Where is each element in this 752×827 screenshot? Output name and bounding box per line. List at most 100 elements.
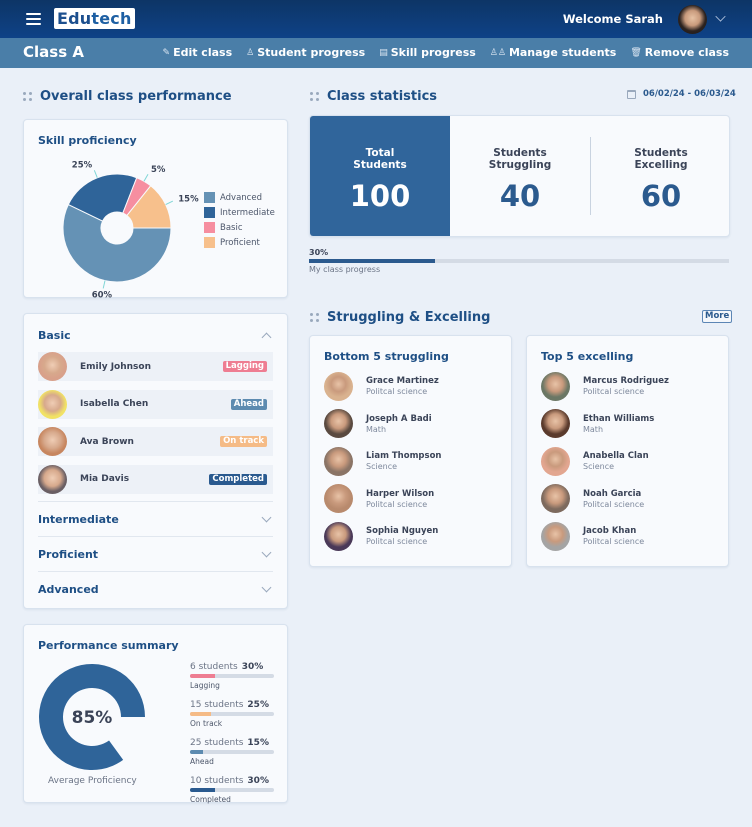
person-row[interactable]: Sophia Nguyen Politcal science [324,521,511,551]
performance-item-on-track: 15 students 25% On track [190,700,274,728]
percent-value: 30% [241,662,264,672]
accordion-title: Advanced [38,582,99,596]
action-edit-class[interactable]: ✎ Edit class [163,46,233,59]
person-name: Jacob Khan [583,526,637,536]
action-skill-progress[interactable]: ▤ Skill progress [379,46,476,59]
status-badge: Completed [209,473,267,485]
section-title: Struggling & Excelling [327,310,491,325]
performance-item-header: 10 students 30% [190,776,274,786]
student-row[interactable]: Mia Davis Completed [38,464,273,494]
users-icon: ♙♙ [489,47,506,58]
student-row[interactable]: Emily Johnson Lagging [38,352,273,381]
pie-data-label: 60% [92,290,113,300]
top-excelling-card: Top 5 excelling Marcus Rodriguez Politcal… [526,335,729,567]
accordion-advanced-header[interactable]: Advanced [38,572,273,606]
student-row[interactable]: Ava Brown On track [38,427,273,456]
progress-fill [190,712,211,716]
pie-label-leader [143,174,149,182]
action-label: Manage students [508,46,617,59]
card-title: Top 5 excelling [541,350,634,363]
legend-label: Proficient [220,237,260,248]
status-label: Ahead [190,757,214,766]
stat-value: 60 [640,179,682,213]
person-avatar [324,446,353,476]
pie-data-label: 15% [178,194,199,204]
performance-item-completed: 10 students 30% Completed [190,776,274,804]
percent-value: 25% [247,700,269,710]
accordion-proficient-header[interactable]: Proficient [38,537,273,571]
person-info: Sophia Nguyen Politcal science [366,526,438,546]
percent-value: 30% [247,776,269,786]
more-button[interactable]: More [702,310,733,323]
chevron-down-icon[interactable] [715,11,726,22]
struggling-excelling-heading: Struggling & Excelling [310,310,490,325]
drag-handle-icon[interactable] [23,92,32,101]
person-row[interactable]: Noah Garcia Politcal science [541,484,728,513]
action-remove-class[interactable]: 🗑 Remove class [630,46,729,59]
profile-avatar[interactable] [678,5,707,34]
document-icon: ▤ [379,47,388,58]
person-row[interactable]: Anabella Clan Science [541,446,728,476]
status-label: Lagging [190,681,220,690]
person-subject: Politcal science [366,387,428,396]
excelling-list: Marcus Rodriguez Politcal science Ethan Wi… [541,371,728,551]
overall-performance-heading: Overall class performance [23,89,232,104]
person-row[interactable]: Joseph A Badi Math [324,409,511,438]
section-title: Overall class performance [40,89,232,104]
chevron-down-icon[interactable] [261,582,272,592]
stat-value: 40 [499,179,541,213]
legend-swatch [204,207,215,218]
accordion-basic-header[interactable]: Basic [38,318,273,352]
accordion-intermediate-header[interactable]: Intermediate [38,502,273,536]
card-title: Performance summary [38,639,179,652]
person-avatar [324,371,353,401]
class-actions: ✎ Edit class ♙ Student progress ▤ Skill progr… [163,46,729,59]
basic-student-list: Emily Johnson Lagging Isabella Chen Ahead Av… [38,352,273,494]
student-row[interactable]: Isabella Chen Ahead [38,389,273,419]
trash-icon: 🗑 [630,47,642,58]
skill-proficiency-card: Skill proficiency 60% 25% 5% 15% Advanced In… [23,119,288,300]
student-avatar [38,389,67,419]
stat-value: 100 [349,179,411,213]
hamburger-menu-icon[interactable] [26,13,41,25]
action-label: Student progress [257,46,366,59]
person-row[interactable]: Harper Wilson Politcal science [324,484,511,513]
chart-legend: Advanced Intermediate Basic Proficient [204,192,275,252]
chevron-up-icon[interactable] [261,332,272,342]
legend-label: Basic [220,222,243,233]
pie-label-leader [93,170,98,178]
person-name: Anabella Clan [583,451,649,461]
welcome-text: Welcome Sarah [562,12,663,26]
chevron-down-icon[interactable] [261,512,272,522]
person-row[interactable]: Ethan Williams Math [541,409,728,438]
student-name: Mia Davis [80,474,130,484]
class-progress-caption: My class progress [309,265,381,274]
student-count: 15 students [190,700,244,710]
logo[interactable]: Edutech [54,8,135,29]
status-badge: On track [220,436,267,447]
person-row[interactable]: Marcus Rodriguez Politcal science [541,371,728,401]
person-name: Marcus Rodriguez [583,376,669,386]
person-row[interactable]: Jacob Khan Politcal science [541,521,728,551]
drag-handle-icon[interactable] [310,313,319,322]
pie-label-leader [165,200,174,206]
person-row[interactable]: Grace Martinez Politcal science [324,371,511,401]
legend-swatch [204,237,215,248]
person-info: Liam Thompson Science [366,451,441,471]
person-name: Ethan Williams [583,413,655,424]
class-name: Class A [23,43,84,61]
action-student-progress[interactable]: ♙ Student progress [246,46,365,59]
action-manage-students[interactable]: ♙♙ Manage students [490,46,617,59]
performance-summary-card: Performance summary 85% Average Proficie… [23,624,288,804]
students-excelling-stat: Students Excelling 60 [591,116,729,236]
chevron-down-icon[interactable] [261,547,272,557]
bottom-struggling-card: Bottom 5 struggling Grace Martinez Politc… [309,335,512,567]
date-range-picker[interactable]: 06/02/24 - 06/03/24 [627,89,736,99]
drag-handle-icon[interactable] [310,92,319,101]
person-avatar [324,521,353,551]
progress-bar [190,712,274,716]
person-row[interactable]: Liam Thompson Science [324,446,511,476]
skill-proficiency-chart: 60% 25% 5% 15% [62,161,199,300]
person-avatar [541,521,570,551]
status-badge: Ahead [230,398,267,410]
